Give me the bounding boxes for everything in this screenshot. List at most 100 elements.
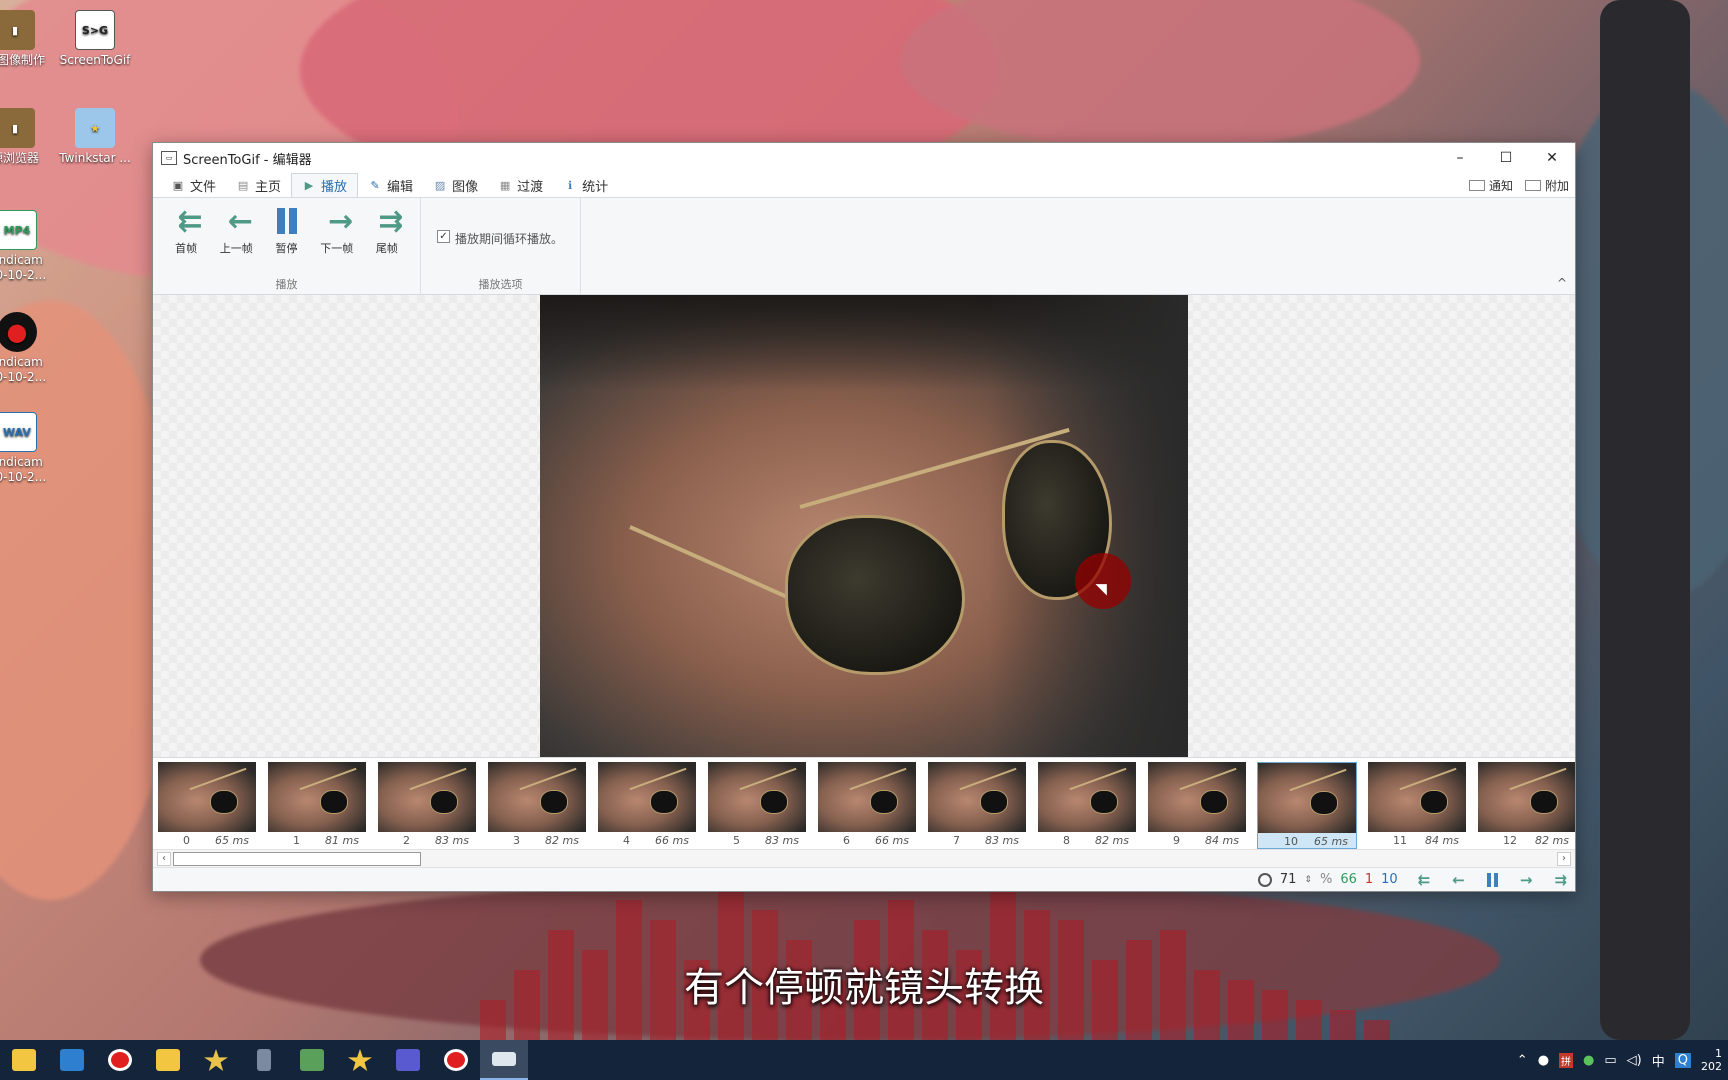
last-frame-button[interactable]: ⇉ 尾帧 [362,202,412,276]
extras-button[interactable]: 附加 [1524,177,1569,194]
scroll-right-button[interactable]: › [1557,851,1571,866]
app-tray-icon[interactable]: Q [1674,1052,1691,1068]
frame-index: 5 [733,834,740,847]
taskbar-app-yellow[interactable] [144,1040,192,1080]
taskbar-screentogif[interactable] [480,1040,528,1080]
frame-thumbnail [928,762,1026,832]
tab-file[interactable]: ▣ 文件 [161,173,226,197]
frame-item[interactable]: 2 83 ms [377,762,477,849]
next-frame-button[interactable]: → 下一帧 [312,202,362,276]
tab-edit[interactable]: ✎ 编辑 [358,173,423,197]
frame-thumbnail [1478,762,1575,832]
record-icon [108,1049,132,1071]
playback-options-group: ✓ 播放期间循环播放。 播放选项 [421,198,581,294]
frame-thumbnail [1038,762,1136,832]
frame-duration: 83 ms [435,834,469,847]
title-bar[interactable]: ▭ ScreenToGif - 编辑器 – ☐ ✕ [153,143,1575,173]
tab-label: 统计 [582,179,609,195]
scroll-left-button[interactable]: ‹ [157,851,171,866]
frame-item[interactable]: 4 66 ms [597,762,697,849]
taskbar-recorder[interactable] [96,1040,144,1080]
wechat-icon[interactable]: ● [1583,1053,1594,1068]
previous-frame-button[interactable]: ← 上一帧 [211,202,261,276]
taskbar-file-explorer[interactable] [0,1040,48,1080]
frame-index: 9 [1173,834,1180,847]
taskbar-shield-app[interactable] [384,1040,432,1080]
frame-item[interactable]: 8 82 ms [1037,762,1137,849]
desktop-icon-label: 态图像制作 [0,53,45,67]
frame-index: 11 [1393,834,1407,847]
archive-icon: ▮ [0,108,35,148]
volume-icon[interactable]: ◁) [1627,1053,1642,1068]
loop-option[interactable]: ✓ 播放期间循环播放。 [429,202,571,276]
total-frames: 66 [1340,872,1357,887]
last-frame-icon[interactable]: ⇉ [1554,871,1567,889]
scrollbar-thumb[interactable] [173,851,421,866]
desktop-icon-bandicam-wav[interactable]: WAV andicam 20-10-2... [0,412,62,485]
notification-icon [1468,180,1485,191]
frame-index: 4 [623,834,630,847]
close-button[interactable]: ✕ [1529,143,1575,173]
frame-item[interactable]: 0 65 ms [157,762,257,849]
tab-label: 图像 [452,179,479,195]
first-frame-button[interactable]: ⇇ 首帧 [161,202,211,276]
chevron-up-icon[interactable]: ⌃ [1517,1053,1528,1068]
mail-icon [60,1049,84,1071]
pause-icon[interactable] [1486,872,1498,887]
taskbar-mail[interactable] [48,1040,96,1080]
desktop-icon-label: andicam 20-10-2... [0,355,47,384]
bandicam-icon: ● [0,312,37,352]
tab-playback[interactable]: ▶ 播放 [291,173,359,197]
collapse-ribbon-button[interactable]: ^ [1557,276,1567,290]
pause-icon [276,202,297,240]
ime-icon[interactable]: 拼 [1559,1052,1574,1068]
taskbar-archive[interactable] [240,1040,288,1080]
frame-item-selected[interactable]: 10 65 ms [1257,762,1357,849]
minimize-button[interactable]: – [1437,143,1483,173]
tab-statistics[interactable]: ℹ 统计 [553,173,618,197]
maximize-button[interactable]: ☐ [1483,143,1529,173]
clock[interactable]: 1 202 [1701,1047,1722,1073]
first-frame-icon[interactable]: ⇇ [1418,871,1431,889]
frame-item[interactable]: 7 83 ms [927,762,1027,849]
puzzle-icon [300,1049,324,1071]
tab-image[interactable]: ▨ 图像 [423,173,488,197]
desktop-icon-twinkstar[interactable]: ★ Twinkstar ... [50,108,140,166]
status-bar: 71 ⇕ % 66 1 10 ⇇ ← → ⇉ [153,867,1575,891]
frame-duration: 66 ms [875,834,909,847]
microphone-icon[interactable]: ● [1538,1053,1549,1068]
loop-checkbox[interactable]: ✓ [437,230,450,243]
taskbar-bandicam[interactable] [432,1040,480,1080]
mp4-file-icon: MP4 [0,210,37,250]
desktop-icon-bandicam-app[interactable]: ● andicam 20-10-2... [0,312,62,385]
next-frame-icon[interactable]: → [1520,871,1533,889]
pause-label: 暂停 [275,242,298,255]
tab-transition[interactable]: ▦ 过渡 [488,173,553,197]
frame-item[interactable]: 9 84 ms [1147,762,1247,849]
zoom-value[interactable]: 71 [1280,872,1297,887]
network-icon[interactable]: ▭ [1604,1053,1616,1068]
frame-list[interactable]: 0 65 ms 1 81 ms 2 83 ms 3 82 ms 4 66 ms 5 83 m… [153,757,1575,849]
frame-item[interactable]: 12 82 ms [1477,762,1575,849]
taskbar-twinkstar[interactable] [336,1040,384,1080]
frame-item[interactable]: 11 84 ms [1367,762,1467,849]
desktop-icon-screentogif[interactable]: S>G ScreenToGif [50,10,140,68]
frame-item[interactable]: 3 82 ms [487,762,587,849]
zoom-stepper-icon[interactable]: ⇕ [1304,875,1312,885]
frame-list-scrollbar[interactable]: ‹ › [153,849,1575,867]
frame-thumbnail [708,762,806,832]
notifications-button[interactable]: 通知 [1468,177,1513,194]
canvas-area[interactable] [153,295,1575,757]
group-label: 播放选项 [478,278,523,291]
frame-item[interactable]: 1 81 ms [267,762,367,849]
frame-duration: 82 ms [545,834,579,847]
pause-button[interactable]: 暂停 [261,202,311,276]
taskbar-star-app[interactable] [192,1040,240,1080]
frame-item[interactable]: 6 66 ms [817,762,917,849]
previous-frame-icon[interactable]: ← [1452,871,1465,889]
tab-home[interactable]: ▤ 主页 [226,173,291,197]
frame-item[interactable]: 5 83 ms [707,762,807,849]
taskbar-puzzle[interactable] [288,1040,336,1080]
input-language-indicator[interactable]: 中 [1652,1051,1665,1070]
desktop-icon-bandicam-mp4[interactable]: MP4 andicam 20-10-2... [0,210,62,283]
